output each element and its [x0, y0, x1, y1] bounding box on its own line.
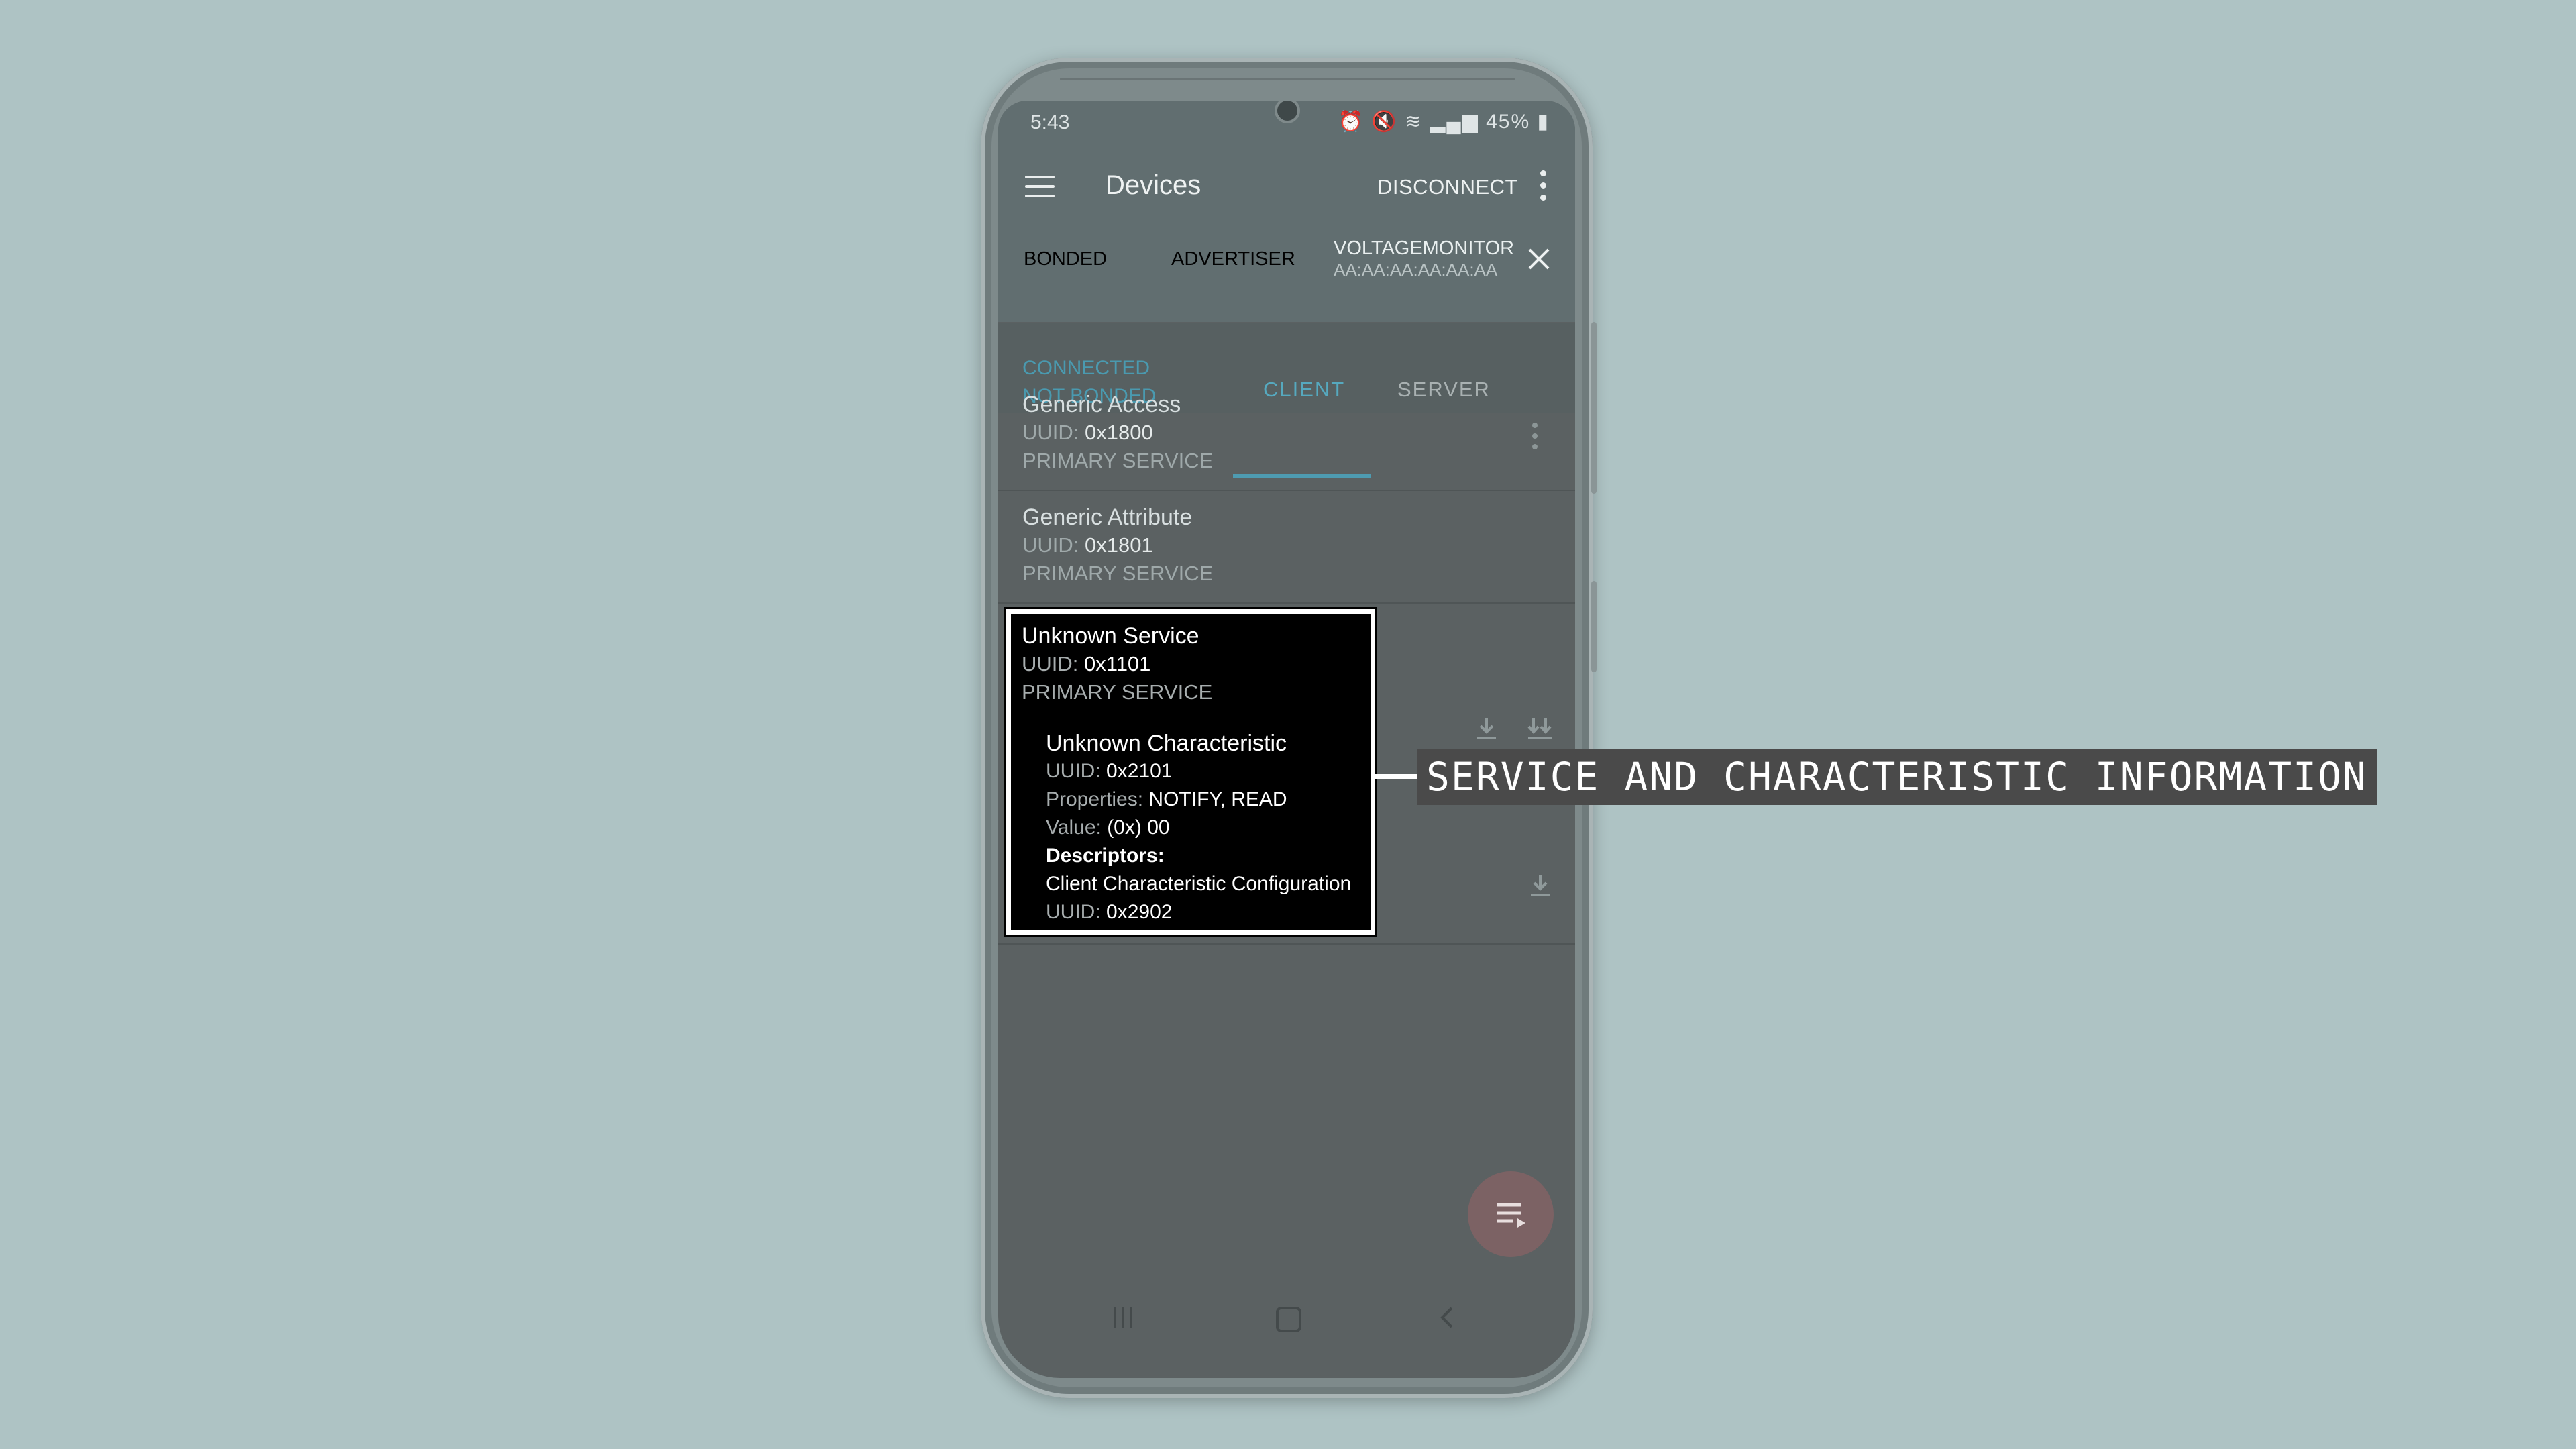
disconnect-button[interactable]: DISCONNECT: [1377, 175, 1518, 199]
device-address: AA:AA:AA:AA:AA:AA: [1334, 260, 1498, 280]
characteristic-name: Unknown Characteristic: [1046, 731, 1287, 756]
descriptor-name: Client Characteristic Configuration: [1046, 873, 1352, 895]
mute-icon: 🔇: [1371, 111, 1398, 133]
tab-device[interactable]: VOLTAGEMONITOR AA:AA:AA:AA:AA:AA: [1334, 237, 1514, 280]
system-nav-bar: [998, 1281, 1575, 1355]
log-fab-button[interactable]: [1468, 1171, 1554, 1257]
tab-server[interactable]: SERVER: [1397, 378, 1491, 402]
status-time: 5:43: [1030, 111, 1070, 133]
read-icon[interactable]: [1472, 714, 1501, 743]
read-descriptor-icon[interactable]: [1525, 871, 1555, 900]
connection-overflow-icon[interactable]: [1532, 423, 1539, 455]
close-icon[interactable]: [1525, 246, 1552, 272]
highlighted-service[interactable]: Unknown Service UUID: 0x1101 PRIMARY SER…: [1004, 607, 1377, 937]
overflow-menu-icon[interactable]: [1540, 170, 1547, 201]
front-camera: [1275, 101, 1300, 123]
properties-label: Properties:: [1046, 788, 1144, 810]
service-name: Generic Access: [1022, 392, 1181, 417]
list-divider: [998, 602, 1575, 604]
uuid-label: UUID:: [1022, 533, 1079, 557]
app-title: Devices: [1106, 170, 1201, 200]
service-uuid: 0x1800: [1085, 421, 1153, 444]
tab-client[interactable]: CLIENT: [1263, 378, 1345, 402]
uuid-label: UUID:: [1046, 901, 1101, 923]
battery-icon: ▮: [1537, 111, 1550, 133]
tab-advertiser[interactable]: ADVERTISER: [1171, 248, 1295, 270]
service-uuid: 0x1101: [1084, 652, 1151, 676]
battery-percent: 45%: [1486, 111, 1531, 133]
signal-icon: ▂▄▆: [1430, 111, 1479, 133]
service-uuid: 0x1801: [1085, 533, 1153, 557]
device-name: VOLTAGEMONITOR: [1334, 237, 1515, 259]
notify-icon[interactable]: [1525, 714, 1555, 743]
earpiece-speaker: [1060, 78, 1515, 80]
callout-label: SERVICE AND CHARACTERISTIC INFORMATION: [1417, 749, 2377, 805]
app-bar: Devices DISCONNECT: [998, 145, 1575, 235]
service-type: PRIMARY SERVICE: [1022, 449, 1214, 472]
service-name: Generic Attribute: [1022, 504, 1193, 530]
wifi-icon: ≋: [1404, 111, 1423, 133]
uuid-label: UUID:: [1022, 652, 1079, 676]
value-label: Value:: [1046, 816, 1102, 839]
descriptor-uuid: 0x2902: [1106, 901, 1173, 923]
unknown-service: Unknown Service UUID: 0x1101 PRIMARY SER…: [1022, 622, 1212, 706]
service-item[interactable]: Generic Attribute UUID: 0x1801 PRIMARY S…: [1022, 503, 1213, 588]
list-divider: [998, 943, 1575, 945]
connected-label: CONNECTED: [1022, 357, 1150, 379]
service-type: PRIMARY SERVICE: [1022, 680, 1213, 704]
characteristic-value: (0x) 00: [1107, 816, 1170, 839]
alarm-icon: ⏰: [1338, 111, 1364, 133]
callout-connector: [1375, 774, 1417, 779]
uuid-label: UUID:: [1022, 421, 1079, 444]
status-bar: 5:43 ⏰ 🔇 ≋ ▂▄▆ 45% ▮: [998, 101, 1575, 145]
uuid-label: UUID:: [1046, 760, 1101, 782]
recent-apps-icon[interactable]: [1114, 1307, 1140, 1330]
system-icons: ⏰ 🔇 ≋ ▂▄▆ 45% ▮: [1338, 110, 1550, 133]
list-divider: [998, 490, 1575, 491]
characteristic-uuid: 0x2101: [1106, 760, 1173, 782]
home-icon[interactable]: [1276, 1307, 1301, 1332]
tab-bonded[interactable]: BONDED: [1024, 248, 1107, 270]
service-type: PRIMARY SERVICE: [1022, 561, 1214, 585]
service-name: Unknown Service: [1022, 623, 1199, 649]
client-tab-indicator: [1233, 474, 1371, 478]
hamburger-menu-icon[interactable]: [1025, 176, 1055, 199]
power-button: [1591, 322, 1597, 494]
back-icon[interactable]: [1434, 1304, 1461, 1331]
log-list-icon: [1497, 1203, 1525, 1228]
characteristic-item[interactable]: Unknown Characteristic UUID: 0x2101 Prop…: [1046, 729, 1351, 926]
service-item[interactable]: Generic Access UUID: 0x1800 PRIMARY SERV…: [1022, 390, 1213, 475]
volume-button: [1591, 581, 1597, 672]
descriptors-heading: Descriptors:: [1046, 845, 1165, 867]
characteristic-properties: NOTIFY, READ: [1148, 788, 1287, 810]
